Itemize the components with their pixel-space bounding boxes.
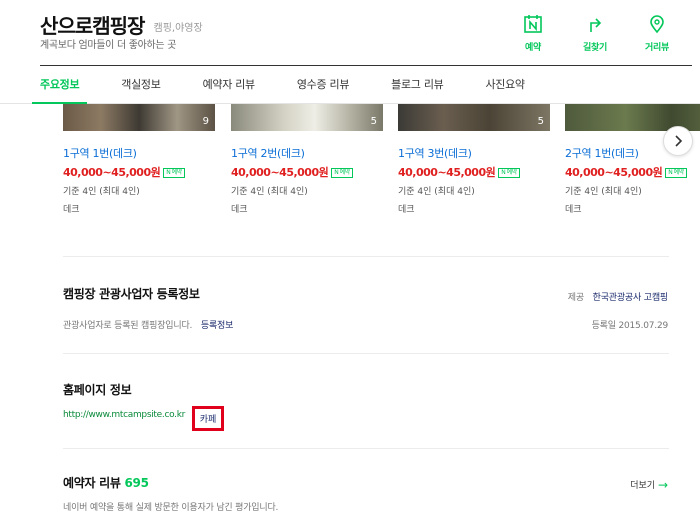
homepage-url-link[interactable]: http://www.mtcampsite.co.kr — [63, 410, 185, 420]
room-photo[interactable]: 9 — [63, 104, 215, 131]
booking-button[interactable]: 예약 — [502, 14, 564, 53]
room-price: 40,000~45,000원 N 예약 — [398, 164, 520, 180]
chevron-right-icon — [675, 135, 683, 147]
room-photo[interactable]: 5 — [398, 104, 550, 131]
place-header: 산으로캠핑장 캠핑,야영장 계곡보다 엄마들이 더 좋아하는 곳 예약 길찾기 … — [0, 0, 700, 104]
room-name[interactable]: 2구역 1번(데크) — [565, 145, 639, 161]
room-price: 40,000~45,000원 N 예약 — [63, 164, 185, 180]
room-photo[interactable]: 5 — [231, 104, 383, 131]
room-name[interactable]: 1구역 3번(데크) — [398, 145, 472, 161]
header-actions: 예약 길찾기 거리뷰 — [502, 14, 688, 53]
room-name[interactable]: 1구역 1번(데크) — [63, 145, 137, 161]
room-capacity: 기준 4인 (최대 4인) — [565, 187, 642, 197]
photo-count: 9 — [202, 116, 209, 127]
homepage-title: 홈페이지 정보 — [63, 383, 132, 397]
room-capacity: 기준 4인 (최대 4인) — [63, 187, 140, 197]
room-card[interactable]: 9 1구역 1번(데크) 40,000~45,000원 N 예약 기준 4인 (최… — [63, 104, 215, 215]
n-booking-badge: N 예약 — [163, 168, 185, 178]
registration-desc: 관광사업자로 등록된 캠핑장입니다. 등록정보 — [63, 321, 234, 331]
room-name[interactable]: 1구역 2번(데크) — [231, 145, 305, 161]
room-card[interactable]: 5 1구역 3번(데크) 40,000~45,000원 N 예약 기준 4인 (최… — [398, 104, 550, 215]
directions-icon — [590, 18, 602, 32]
reviews-desc: 네이버 예약을 통해 실제 방문한 이용자가 남긴 평가입니다. — [63, 503, 279, 513]
directions-button[interactable]: 길찾기 — [564, 14, 626, 53]
n-booking-badge: N 예약 — [665, 168, 687, 178]
room-card[interactable]: 5 1구역 2번(데크) 40,000~45,000원 N 예약 기준 4인 (최… — [231, 104, 383, 215]
room-capacity: 기준 4인 (최대 4인) — [398, 187, 475, 197]
photo-count: 5 — [370, 116, 377, 127]
room-price: 40,000~45,000원 N 예약 — [231, 164, 353, 180]
provider-info: 제공 한국관광공사 고캠핑 — [568, 290, 668, 303]
room-type: 데크 — [398, 205, 415, 215]
tab-receipt-reviews[interactable]: 영수증 리뷰 — [297, 66, 350, 104]
reviews-title: 예약자 리뷰 695 — [63, 476, 149, 490]
tab-bar: 주요정보 객실정보 예약자 리뷰 영수증 리뷰 블로그 리뷰 사진요약 — [31, 66, 567, 104]
room-type: 데크 — [565, 205, 582, 215]
carousel-next-button[interactable] — [663, 126, 693, 156]
review-count: 695 — [124, 476, 149, 490]
place-subtitle: 계곡보다 엄마들이 더 좋아하는 곳 — [40, 40, 177, 51]
room-price: 40,000~45,000원 N 예약 — [565, 164, 687, 180]
room-capacity: 기준 4인 (최대 4인) — [231, 187, 308, 197]
section-divider — [63, 256, 669, 257]
calendar-n-icon — [524, 15, 542, 33]
provider-label: 제공 — [567, 293, 584, 303]
tab-main-info[interactable]: 주요정보 — [31, 66, 88, 104]
room-type: 데크 — [231, 205, 248, 215]
photo-count: 5 — [537, 116, 544, 127]
arrow-right-icon: → — [657, 478, 668, 492]
registration-info-link[interactable]: 등록정보 — [201, 321, 234, 331]
tab-rooms[interactable]: 객실정보 — [121, 66, 161, 104]
tab-photo-summary[interactable]: 사진요약 — [485, 66, 525, 104]
n-booking-badge: N 예약 — [498, 168, 520, 178]
registration-title: 캠핑장 관광사업자 등록정보 — [63, 287, 200, 301]
title-row: 산으로캠핑장 캠핑,야영장 — [40, 10, 203, 39]
room-type: 데크 — [63, 205, 80, 215]
tab-booking-reviews[interactable]: 예약자 리뷰 — [203, 66, 256, 104]
section-divider — [63, 353, 669, 354]
more-reviews-link[interactable]: 더보기 → — [630, 478, 668, 492]
street-view-button[interactable]: 거리뷰 — [626, 14, 688, 53]
cafe-link[interactable]: 카페 — [192, 406, 224, 431]
tab-blog-reviews[interactable]: 블로그 리뷰 — [391, 66, 444, 104]
pin-icon — [650, 15, 664, 34]
page-title: 산으로캠핑장 — [40, 14, 145, 38]
section-divider — [63, 448, 669, 449]
category-label: 캠핑,야영장 — [153, 23, 203, 34]
n-booking-badge: N 예약 — [331, 168, 353, 178]
provider-link[interactable]: 한국관광공사 고캠핑 — [593, 293, 669, 303]
registration-date: 등록일 2015.07.29 — [591, 321, 669, 331]
